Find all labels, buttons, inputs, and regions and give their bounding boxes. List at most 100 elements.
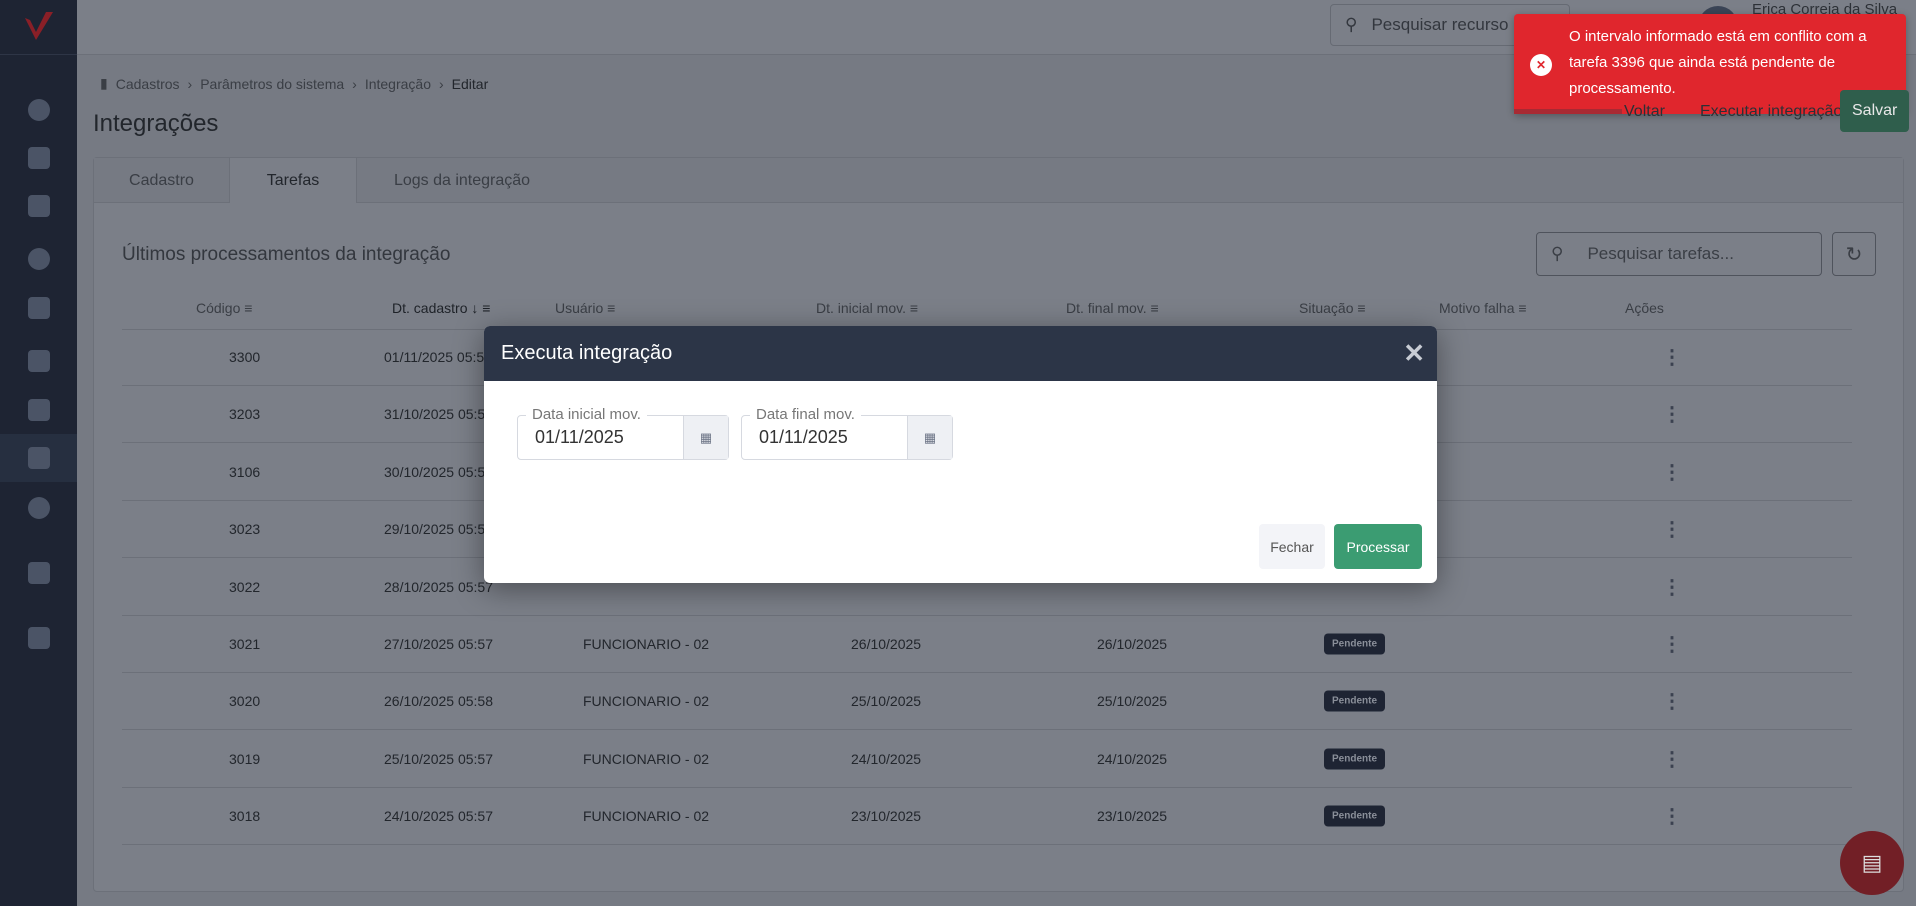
cell-created: 01/11/2025 05:57 (384, 349, 492, 365)
cell-start-date: 23/10/2025 (851, 808, 922, 825)
col-codigo[interactable]: Código ≡ (196, 300, 252, 316)
cell-code: 3023 (229, 521, 261, 538)
row-actions-icon[interactable]: ⋮ (1662, 632, 1682, 657)
filter-icon[interactable]: ≡ (1151, 300, 1159, 316)
calendar-icon[interactable]: ▦ (683, 416, 728, 459)
col-acoes: Ações (1625, 300, 1664, 316)
col-dt-final[interactable]: Dt. final mov. ≡ (1066, 300, 1159, 316)
row-actions-icon[interactable]: ⋮ (1662, 689, 1682, 714)
sort-down-icon[interactable]: ↓ (471, 300, 478, 316)
tab-logs[interactable]: Logs da integração (357, 158, 567, 203)
row-actions-icon[interactable]: ⋮ (1662, 574, 1682, 599)
dolly-icon (27, 195, 50, 217)
breadcrumb: ▮ Cadastros › Parâmetros do sistema › Inte… (100, 75, 488, 92)
calendar-icon[interactable]: ▦ (907, 416, 952, 459)
search-tasks-input[interactable]: ⚲ Pesquisar tarefas... (1536, 232, 1822, 276)
filter-icon[interactable]: ≡ (607, 300, 615, 316)
sidebar-item-logistics[interactable] (0, 180, 77, 232)
col-situacao[interactable]: Situação ≡ (1299, 300, 1366, 316)
breadcrumb-integracao[interactable]: Integração (365, 76, 431, 92)
status-badge: Pendente (1324, 748, 1386, 770)
search-icon: ⚲ (1345, 15, 1358, 34)
status-badge: Pendente (1324, 633, 1386, 655)
cell-user: FUNCIONARIO - 02 (583, 693, 710, 710)
sidebar-item-finance[interactable] (0, 233, 77, 285)
sidebar-item-help[interactable] (0, 547, 77, 599)
user-name[interactable]: Erica Correia da Silva (1752, 1, 1897, 18)
breadcrumb-parametros[interactable]: Parâmetros do sistema (200, 76, 344, 92)
execute-integration-button[interactable]: Executar integração (1688, 92, 1854, 132)
sidebar-item-certificates[interactable] (0, 384, 77, 436)
cell-start-date: 24/10/2025 (851, 750, 922, 767)
page-title: Integrações (93, 110, 219, 137)
execute-integration-modal: Executa integração ✕ Data inicial mov. 0… (484, 326, 1437, 583)
process-button[interactable]: Processar (1334, 524, 1422, 569)
sidebar-item-reports[interactable] (0, 282, 77, 334)
row-actions-icon[interactable]: ⋮ (1662, 402, 1682, 427)
tab-cadastro[interactable]: Cadastro (94, 158, 229, 203)
dollar-icon (27, 248, 50, 270)
filter-icon[interactable]: ≡ (1357, 300, 1365, 316)
cell-created: 26/10/2025 05:58 (384, 693, 493, 710)
gear-icon (27, 497, 50, 519)
cell-code: 3022 (229, 578, 261, 595)
status-badge: Pendente (1324, 805, 1386, 827)
sidebar-item-cadastros[interactable] (0, 434, 77, 482)
help-icon (27, 562, 50, 584)
logo[interactable] (0, 0, 77, 55)
sidebar-item-storage[interactable] (0, 132, 77, 184)
chevron-right-icon: › (439, 75, 444, 92)
col-dt-cadastro[interactable]: Dt. cadastro ↓ ≡ (392, 300, 490, 316)
table-row: 3019 25/10/2025 05:57 FUNCIONARIO - 02 24/1… (122, 731, 1852, 788)
filter-icon[interactable]: ≡ (482, 300, 490, 316)
pie-chart-icon (27, 99, 50, 121)
end-date-field[interactable]: Data final mov. 01/11/2025 ▦ (741, 406, 953, 460)
tab-tarefas[interactable]: Tarefas (229, 158, 357, 203)
col-usuario[interactable]: Usuário ≡ (555, 300, 615, 316)
sidebar-item-settings[interactable] (0, 482, 77, 534)
col-motivo-falha[interactable]: Motivo falha ≡ (1439, 300, 1527, 316)
filter-icon[interactable]: ≡ (1518, 300, 1526, 316)
row-actions-icon[interactable]: ⋮ (1662, 459, 1682, 484)
sidebar-item-logout[interactable] (0, 612, 77, 664)
back-button[interactable]: Voltar (1612, 92, 1677, 132)
chevron-right-icon: › (187, 75, 193, 92)
cell-code: 3203 (229, 406, 261, 423)
book-icon: ▮ (100, 75, 108, 91)
toast-progress (1514, 109, 1622, 114)
modal-title: Executa integração (501, 342, 673, 364)
close-button[interactable]: Fechar (1259, 524, 1325, 569)
cell-user: FUNCIONARIO - 02 (583, 808, 710, 825)
close-icon[interactable]: ✕ (1403, 338, 1425, 369)
table-row: 3018 24/10/2025 05:57 FUNCIONARIO - 02 23/1… (122, 788, 1852, 846)
refresh-button[interactable]: ↻ (1832, 232, 1876, 276)
table-row: 3020 26/10/2025 05:58 FUNCIONARIO - 02 25/1… (122, 673, 1852, 731)
row-actions-icon[interactable]: ⋮ (1662, 345, 1682, 370)
col-dt-inicial[interactable]: Dt. inicial mov. ≡ (816, 300, 918, 316)
search-icon: ⚲ (1551, 244, 1564, 263)
modal-header: Executa integração (484, 326, 1437, 381)
error-icon: ✕ (1530, 54, 1552, 76)
row-actions-icon[interactable]: ⋮ (1662, 746, 1682, 771)
breadcrumb-cadastros[interactable]: Cadastros (116, 76, 180, 92)
certificate-icon (27, 399, 50, 421)
cell-code: 3300 (229, 349, 261, 365)
cell-created: 31/10/2025 05:57 (384, 406, 493, 423)
cell-user: FUNCIONARIO - 02 (583, 750, 710, 767)
cell-code: 3018 (229, 808, 261, 825)
filter-icon[interactable]: ≡ (244, 300, 252, 316)
chat-icon: ▤ (1861, 850, 1883, 875)
row-actions-icon[interactable]: ⋮ (1662, 517, 1682, 542)
cell-end-date: 26/10/2025 (1097, 636, 1168, 652)
sidebar-item-dashboard[interactable] (0, 84, 77, 136)
cell-created: 28/10/2025 05:57 (384, 578, 493, 595)
chat-button[interactable]: ▤ (1840, 831, 1904, 895)
refresh-icon: ↻ (1845, 243, 1863, 266)
start-date-field[interactable]: Data inicial mov. 01/11/2025 ▦ (517, 406, 729, 460)
filter-icon[interactable]: ≡ (910, 300, 918, 316)
cell-code: 3021 (229, 636, 261, 652)
row-actions-icon[interactable]: ⋮ (1662, 804, 1682, 829)
chevron-right-icon: › (352, 75, 357, 92)
save-button[interactable]: Salvar (1840, 90, 1910, 132)
sidebar-item-clipboard[interactable] (0, 335, 77, 387)
